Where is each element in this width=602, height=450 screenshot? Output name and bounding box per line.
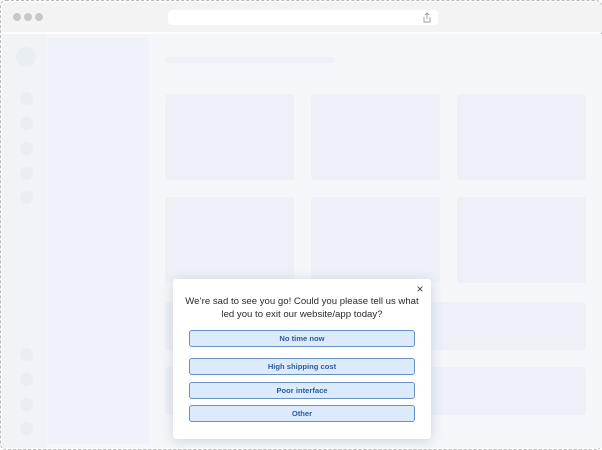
browser-window: × We’re sad to see you go! Could you ple… [0, 0, 602, 450]
share-icon[interactable] [422, 12, 432, 23]
option-high-shipping-cost[interactable]: High shipping cost [189, 358, 415, 375]
option-no-time-now[interactable]: No time now [189, 330, 415, 347]
exit-survey-modal: × We’re sad to see you go! Could you ple… [173, 279, 431, 439]
option-other[interactable]: Other [189, 405, 415, 422]
close-icon[interactable]: × [414, 283, 426, 295]
option-poor-interface[interactable]: Poor interface [189, 382, 415, 399]
address-bar[interactable] [168, 10, 438, 25]
browser-titlebar [2, 2, 602, 32]
minimize-dot[interactable] [24, 13, 32, 21]
maximize-dot[interactable] [35, 13, 43, 21]
close-dot[interactable] [13, 13, 21, 21]
survey-question: We’re sad to see you go! Could you pleas… [185, 296, 419, 320]
